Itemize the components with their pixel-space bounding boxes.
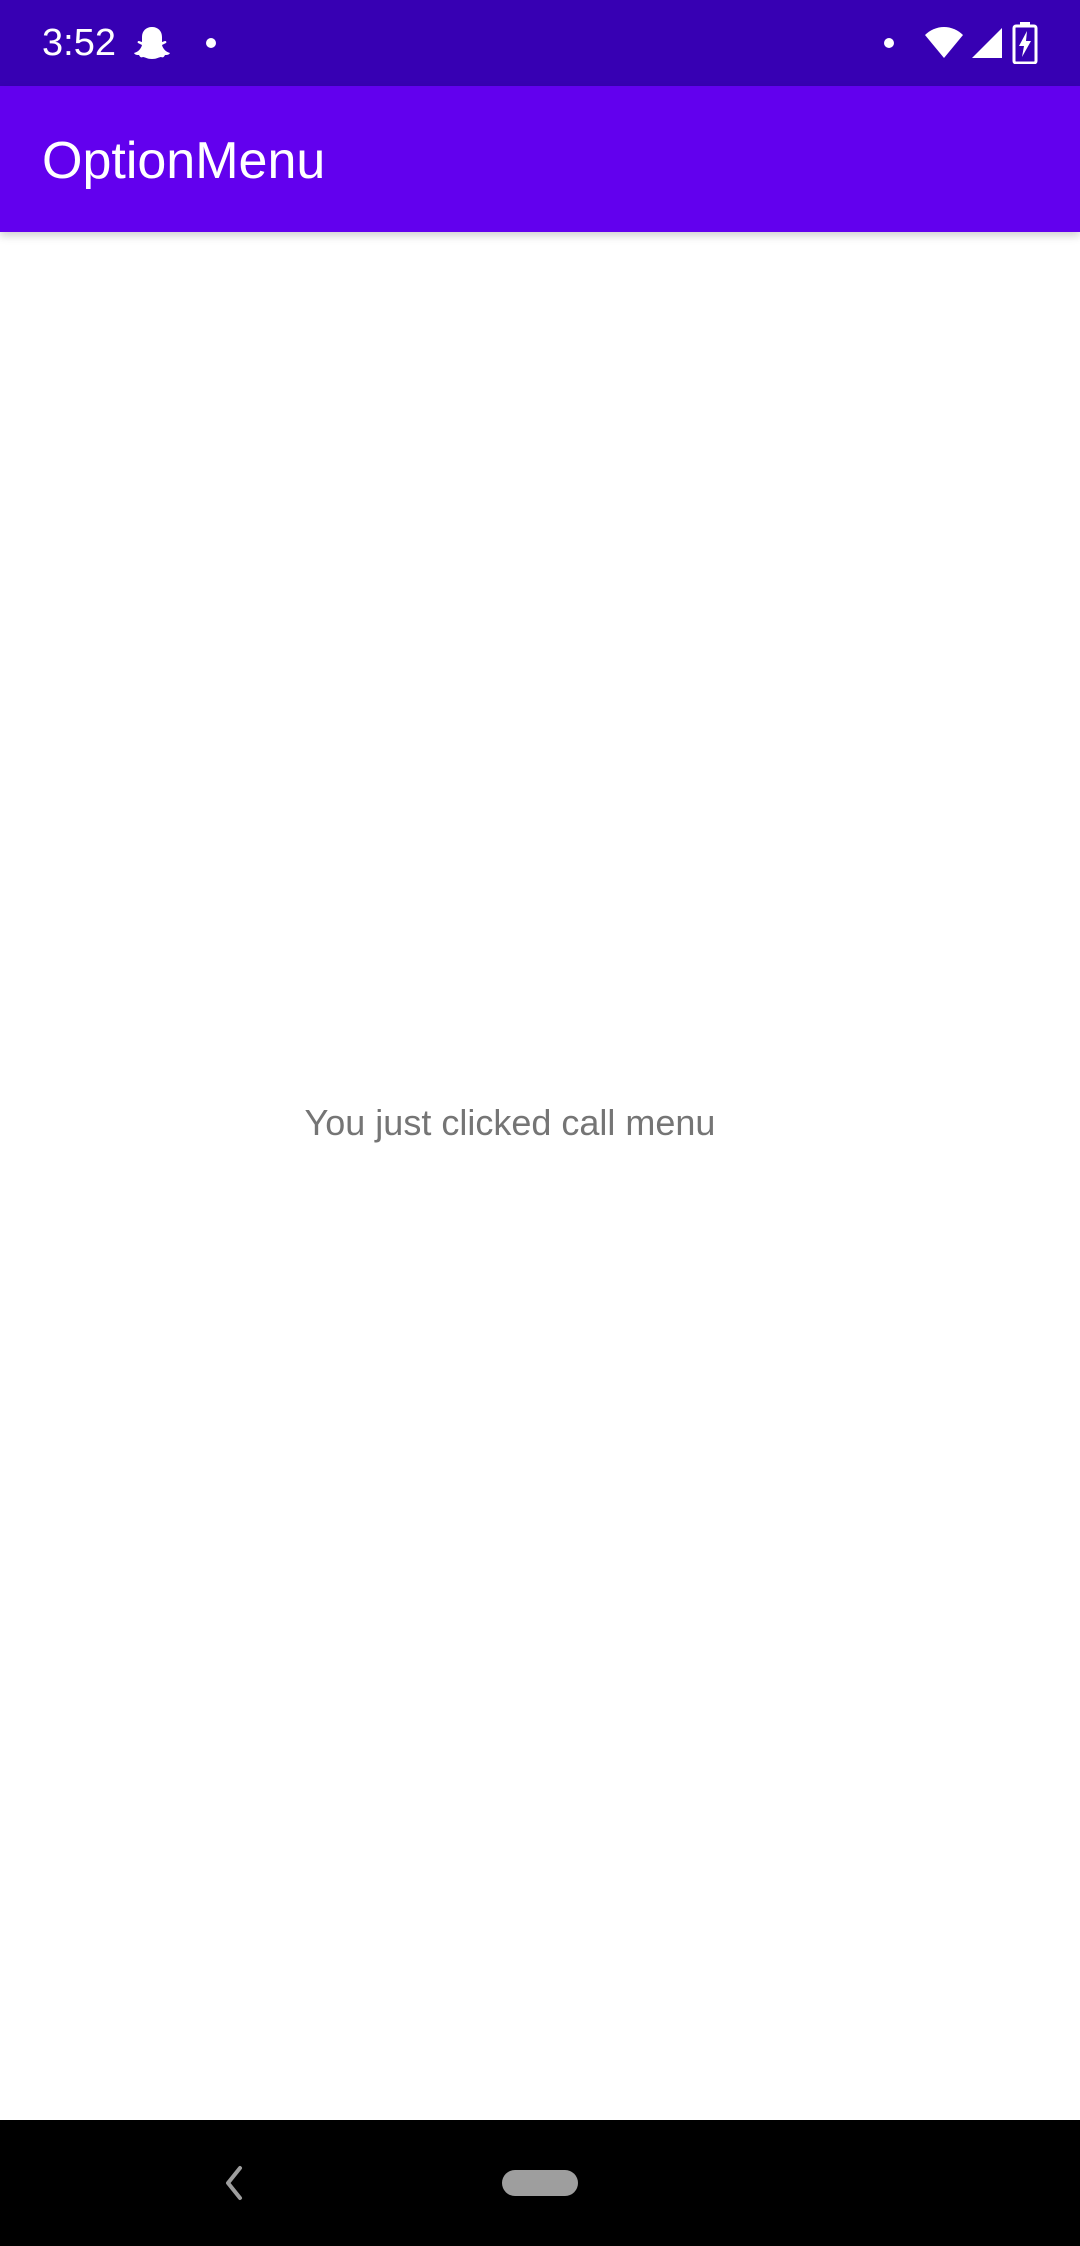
wifi-icon [925, 27, 963, 58]
navigation-bar [0, 2120, 1080, 2246]
battery-charging-icon [1012, 22, 1038, 64]
screen: 3:52 OptionMenu You just clicked call me… [0, 0, 1080, 2246]
app-bar: OptionMenu [0, 86, 1080, 232]
message-text: You just clicked call menu [304, 1102, 716, 1143]
app-title: OptionMenu [42, 132, 326, 190]
notification-dot-icon [884, 38, 894, 48]
notification-dot-icon [206, 38, 216, 48]
snapchat-ghost-icon [134, 27, 170, 59]
status-bar: 3:52 [0, 0, 1080, 86]
back-icon[interactable] [218, 2160, 248, 2206]
content-area: You just clicked call menu [0, 232, 1080, 2120]
home-pill-icon[interactable] [502, 2170, 578, 2196]
status-time: 3:52 [42, 22, 116, 64]
cell-signal-icon [972, 28, 1002, 58]
